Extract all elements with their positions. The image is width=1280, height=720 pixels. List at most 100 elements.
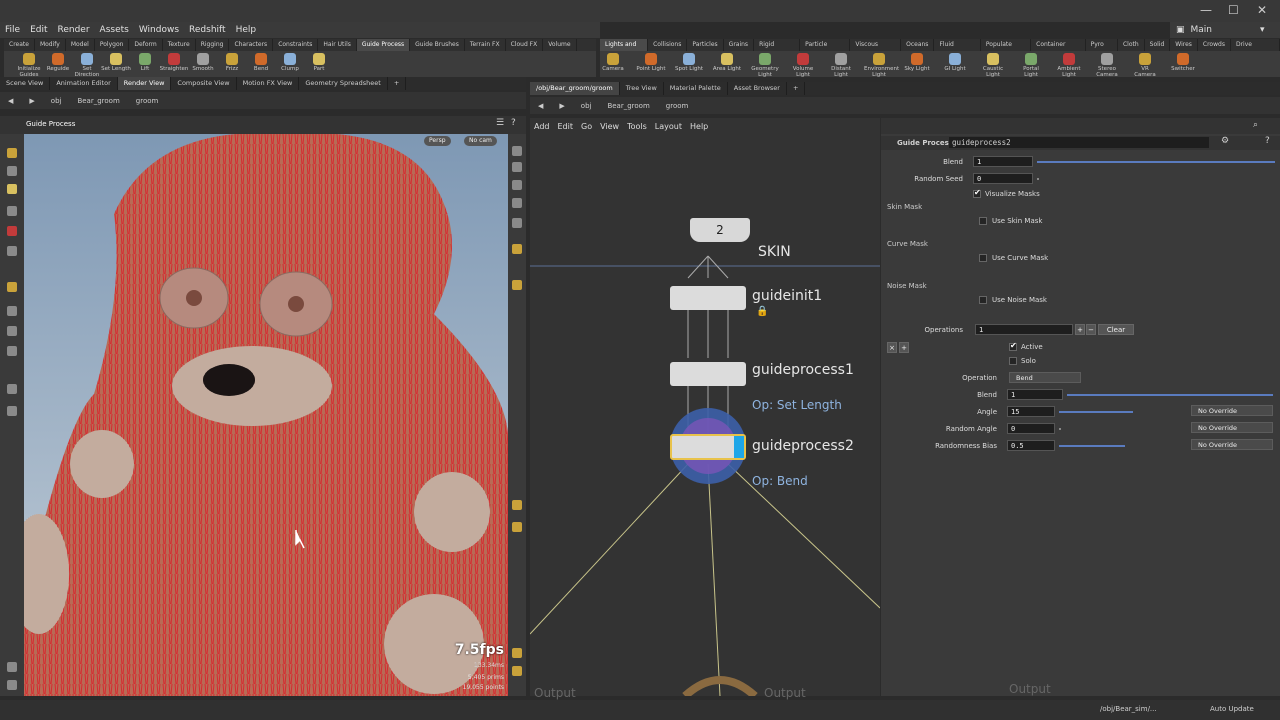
shelf-tab-rigging[interactable]: Rigging: [196, 39, 230, 51]
net-menu-add[interactable]: Add: [530, 122, 554, 131]
shelf-tab-populate-con[interactable]: Populate Con.: [981, 39, 1032, 60]
tool-set-direction[interactable]: Set Direction: [72, 51, 102, 78]
camera-icon[interactable]: [7, 384, 17, 394]
select-icon[interactable]: [7, 148, 17, 158]
wireframe-icon[interactable]: [7, 680, 17, 690]
display-points-icon[interactable]: [512, 198, 522, 208]
forward-icon[interactable]: ▶: [21, 97, 42, 105]
tool-lift[interactable]: Lift: [130, 51, 160, 72]
shelf-tab-grains[interactable]: Grains: [724, 39, 755, 51]
view-icon[interactable]: [7, 226, 17, 236]
shelf-tab-constraints[interactable]: Constraints: [273, 39, 319, 51]
tool-geometry-light[interactable]: Geometry Light: [750, 51, 780, 78]
status-path[interactable]: /obj/Bear_sim/...: [1100, 705, 1157, 713]
tool-camera[interactable]: Camera: [598, 51, 628, 72]
shelf-tab-modify[interactable]: Modify: [35, 39, 66, 51]
net-menu-layout[interactable]: Layout: [651, 122, 686, 131]
menu-render[interactable]: Render: [53, 25, 95, 35]
close-icon[interactable]: ✕: [1257, 3, 1267, 17]
shelf-tab-deform[interactable]: Deform: [129, 39, 163, 51]
shelf-tab-viscous-fluids[interactable]: Viscous Fluids: [850, 39, 902, 60]
path-obj[interactable]: obj: [573, 102, 600, 110]
shelf-tab-lights-and-c[interactable]: Lights and C.: [600, 39, 649, 60]
pose-icon[interactable]: [7, 206, 17, 216]
operations-field[interactable]: 1: [975, 324, 1073, 335]
blend-field[interactable]: 1: [973, 156, 1033, 167]
grab-icon[interactable]: [7, 346, 17, 356]
randomness-bias-slider[interactable]: [1059, 445, 1125, 447]
tool-switcher[interactable]: Switcher: [1168, 51, 1198, 72]
snap-icon[interactable]: [7, 282, 17, 292]
tool-clump[interactable]: Clump: [275, 51, 305, 72]
display-options-icon[interactable]: ☰: [496, 118, 504, 128]
tab-geometry-spreadsheet[interactable]: Geometry Spreadsheet: [299, 77, 388, 90]
use-curve-mask-checkbox[interactable]: [979, 254, 987, 262]
menu-redshift[interactable]: Redshift: [184, 25, 231, 35]
snapshot-icon[interactable]: [512, 648, 522, 658]
shelf-tab-texture[interactable]: Texture: [163, 39, 196, 51]
shelf-tab-fluid-contai[interactable]: Fluid Contai.: [934, 39, 981, 60]
shelf-tab-terrain-fx[interactable]: Terrain FX: [465, 39, 506, 51]
magnet-icon[interactable]: [7, 306, 17, 316]
lock-icon[interactable]: [512, 180, 522, 190]
render-icon[interactable]: [7, 662, 17, 672]
add-operation-button[interactable]: +: [1075, 324, 1085, 335]
shelf-tab-rigid-bodies[interactable]: Rigid Bodies: [754, 39, 801, 60]
curve-mask-section[interactable]: Curve Mask: [887, 240, 928, 248]
shelf-tab-particles[interactable]: Particles: [687, 39, 724, 51]
path-object[interactable]: Bear_groom: [599, 102, 657, 110]
tool-smooth[interactable]: Smooth: [188, 51, 218, 72]
angle-field[interactable]: 15: [1007, 406, 1055, 417]
shelf-tab-create[interactable]: Create: [4, 39, 35, 51]
tool-straighten[interactable]: Straighten: [159, 51, 189, 72]
guideinit1-node[interactable]: [670, 286, 746, 310]
tool-ambient-light[interactable]: Ambient Light: [1054, 51, 1084, 78]
lasso-icon[interactable]: [7, 326, 17, 336]
skin-mask-section[interactable]: Skin Mask: [887, 203, 922, 211]
blend-slider[interactable]: [1037, 161, 1275, 163]
shelf-tab-characters[interactable]: Characters: [229, 39, 274, 51]
scene-viewport[interactable]: Persp No cam 7.5fps 133.34ms 5,405 prims…: [24, 134, 508, 696]
tool-reguide[interactable]: Reguide: [43, 51, 73, 72]
tool-spot-light[interactable]: Spot Light: [674, 51, 704, 72]
tab-network-editor[interactable]: /obj/Bear_groom/groom: [530, 82, 620, 95]
path-sop[interactable]: groom: [658, 102, 697, 110]
camera-menu[interactable]: No cam: [464, 136, 497, 146]
desktop-selector[interactable]: ▣ Main ▾: [1170, 22, 1280, 38]
remove-operation-button[interactable]: −: [1086, 324, 1096, 335]
tool-initialize-guides[interactable]: Initialize Guides: [14, 51, 44, 78]
tool-gi-light[interactable]: GI Light: [940, 51, 970, 72]
shelf-tab-cloud-fx[interactable]: Cloud FX: [506, 39, 544, 51]
menu-file[interactable]: File: [0, 25, 25, 35]
tool-stereo-camera[interactable]: Stereo Camera: [1092, 51, 1122, 78]
bias-override-dropdown[interactable]: No Override: [1191, 439, 1273, 450]
angle-slider[interactable]: [1059, 411, 1133, 413]
tool-environment-light[interactable]: Environment Light: [864, 51, 899, 78]
help-icon[interactable]: ?: [1265, 136, 1270, 146]
tool-bend[interactable]: Bend: [246, 51, 276, 72]
forward-icon[interactable]: ▶: [551, 102, 572, 110]
op-blend-field[interactable]: 1: [1007, 389, 1063, 400]
shelf-tab-solid[interactable]: Solid: [1145, 39, 1171, 51]
tool-point-light[interactable]: Point Light: [636, 51, 666, 72]
render-region-icon[interactable]: [512, 522, 522, 532]
shelf-tab-volume[interactable]: Volume: [543, 39, 577, 51]
random-seed-field[interactable]: 0: [973, 173, 1033, 184]
use-skin-mask-checkbox[interactable]: [979, 217, 987, 225]
shelf-tab-crowds[interactable]: Crowds: [1198, 39, 1231, 51]
add-tab-icon[interactable]: +: [388, 77, 407, 90]
merge-node[interactable]: 2: [690, 218, 750, 242]
shelf-tab-drive-simula[interactable]: Drive Simula.: [1231, 39, 1280, 60]
op-blend-slider[interactable]: [1067, 394, 1273, 396]
tab-scene-view[interactable]: Scene View: [0, 77, 51, 90]
add-tab-icon[interactable]: +: [787, 82, 806, 95]
angle-override-dropdown[interactable]: No Override: [1191, 405, 1273, 416]
visualize-masks-checkbox[interactable]: [973, 188, 981, 198]
tab-motion-fx-view[interactable]: Motion FX View: [237, 77, 300, 90]
ghost-icon[interactable]: [512, 146, 522, 156]
back-icon[interactable]: ◀: [530, 102, 551, 110]
sphere-icon[interactable]: [512, 218, 522, 228]
tool-frizz[interactable]: Frizz: [217, 51, 247, 72]
insert-icon[interactable]: +: [899, 342, 909, 353]
net-menu-help[interactable]: Help: [686, 122, 712, 131]
